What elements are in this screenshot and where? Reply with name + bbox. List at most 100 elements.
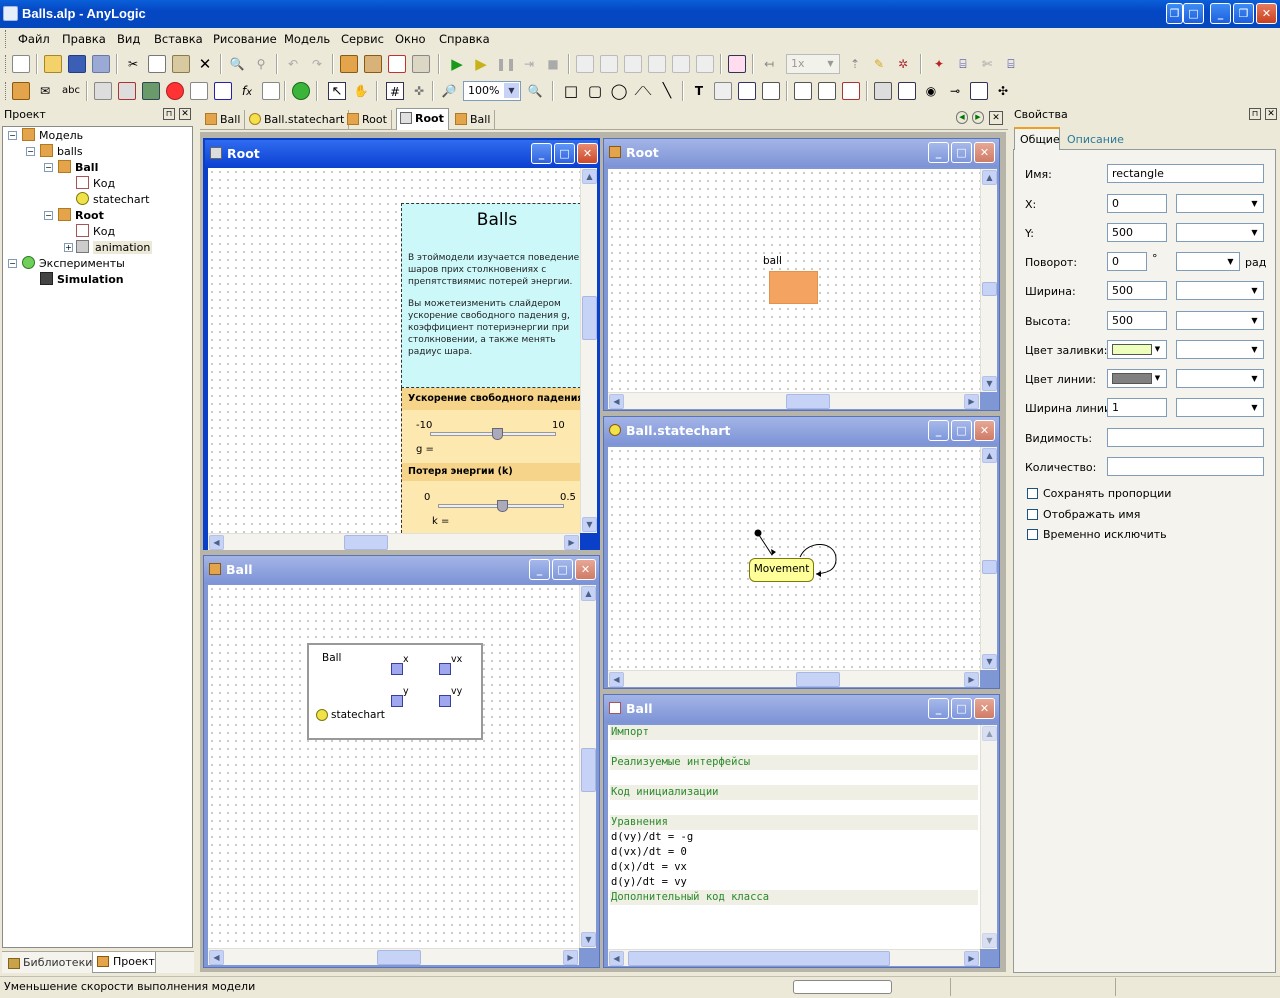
port-icon[interactable] [94,82,112,100]
open-icon[interactable] [44,55,62,73]
oval-tool-icon[interactable]: ◯ [610,82,628,100]
scroll-up-icon[interactable]: ▲ [982,170,997,185]
panel-close-icon[interactable]: ✕ [1265,108,1277,120]
redo-icon[interactable]: ↷ [308,55,326,73]
view-icon-6[interactable] [696,55,714,73]
tree-item[interactable]: Ball [58,160,98,176]
pan-tool-icon[interactable]: ✋ [352,82,370,100]
checkbox-control-icon[interactable] [898,82,916,100]
minimize-button[interactable]: _ [1210,3,1231,24]
rounded-rectangle-tool-icon[interactable]: ▢ [586,82,604,100]
slow-down-icon[interactable] [728,55,746,73]
maximize-icon[interactable]: □ [951,420,972,441]
radio-control-icon[interactable]: ◉ [922,82,940,100]
tab-prev-icon[interactable]: ◀ [956,111,968,124]
view-icon-3[interactable] [624,55,642,73]
code-line[interactable] [610,770,978,785]
scroll-thumb[interactable] [582,296,597,340]
view-icon-2[interactable] [600,55,618,73]
speed-up-icon[interactable]: ⇡ [846,55,864,73]
scroll-left-icon[interactable]: ◀ [609,394,624,409]
tree-item[interactable]: Модель [22,128,83,144]
vertical-scrollbar[interactable]: ▲ ▼ [980,169,997,392]
scroll-thumb[interactable] [786,394,830,409]
maximize-icon[interactable]: □ [951,698,972,719]
width-dynamic-combo[interactable]: ▼ [1176,281,1264,300]
scroll-left-icon[interactable]: ◀ [609,672,624,687]
mdi-restore-icon[interactable]: ❐ [1166,3,1183,24]
vertical-scrollbar[interactable]: ▲ ▼ [980,447,997,670]
scroll-thumb[interactable] [982,282,997,296]
image-tool-icon[interactable] [714,82,732,100]
port-y[interactable] [391,695,403,707]
code-line[interactable]: d(y)/dt = vy [610,875,978,890]
zoom-out-icon[interactable]: 🔎 [440,82,458,100]
presentation-canvas[interactable]: Balls В этоймодели изучается поведение ш… [208,168,580,533]
maximize-icon[interactable]: □ [951,142,972,163]
scroll-left-icon[interactable]: ◀ [209,535,224,550]
y-field[interactable]: 500 [1107,223,1167,242]
active-object-icon[interactable] [12,82,30,100]
message-icon[interactable]: ✉ [36,82,54,100]
ball-shape[interactable] [769,271,818,304]
tree-item[interactable]: Simulation [40,272,124,288]
x-dynamic-combo[interactable]: ▼ [1176,194,1264,213]
height-dynamic-combo[interactable]: ▼ [1176,311,1264,330]
window-code-titlebar[interactable]: Ball _ □ ✕ [604,695,999,723]
scroll-up-icon[interactable]: ▲ [582,169,597,184]
slider2-track[interactable] [438,500,564,512]
run-fast-icon[interactable]: ▶ [472,55,490,73]
exclude-checkbox[interactable] [1027,529,1038,540]
maximize-icon[interactable]: □ [552,559,573,580]
find-icon[interactable]: 🔍 [228,55,246,73]
scroll-up-icon[interactable]: ▲ [581,586,596,601]
replace-icon[interactable]: ⚲ [252,55,270,73]
code-section-header[interactable]: Код инициализации [610,785,978,800]
scroll-thumb[interactable] [796,672,840,687]
scroll-right-icon[interactable]: ▶ [563,950,578,965]
scroll-down-icon[interactable]: ▼ [982,933,997,948]
scroll-down-icon[interactable]: ▼ [582,517,597,532]
scroll-down-icon[interactable]: ▼ [581,932,596,947]
menu-help[interactable]: Справка [439,32,490,46]
undo-icon[interactable]: ↶ [284,55,302,73]
window-root-titlebar[interactable]: Root _ □ ✕ [205,140,598,168]
horizontal-scrollbar[interactable]: ◀ ▶ [208,948,579,965]
tab-description[interactable]: Описание [1062,130,1129,149]
collapse-icon[interactable]: − [44,211,53,220]
menu-view[interactable]: Вид [117,32,140,46]
code-section-header[interactable]: Дополнительный код класса [610,890,978,905]
collapse-icon[interactable]: − [8,259,17,268]
name-field[interactable]: rectangle [1107,164,1264,183]
button-control-icon[interactable] [874,82,892,100]
chart-icon-1[interactable] [794,82,812,100]
doc-tab-ball[interactable]: Ball [202,110,246,130]
x-field[interactable]: 0 [1107,194,1167,213]
event-icon[interactable] [166,82,184,100]
tree-item[interactable]: Root [58,208,104,224]
run-icon[interactable]: ▶ [448,55,466,73]
count-field[interactable] [1107,457,1264,476]
slider1-track[interactable] [430,428,556,440]
scroll-right-icon[interactable]: ▶ [964,951,979,966]
tree-item[interactable]: animation [76,240,153,256]
view-area-icon[interactable] [762,82,780,100]
grid-icon[interactable]: # [386,82,404,100]
minimize-icon[interactable]: _ [928,142,949,163]
scroll-thumb[interactable] [581,748,596,792]
view-icon-5[interactable] [672,55,690,73]
scroll-up-icon[interactable]: ▲ [982,726,997,741]
scroll-right-icon[interactable]: ▶ [964,672,979,687]
group-tool-icon[interactable] [738,82,756,100]
window-root-anim-titlebar[interactable]: Root _ □ ✕ [604,139,999,167]
timer-icon[interactable] [190,82,208,100]
close-button[interactable]: ✕ [1256,3,1277,24]
horizontal-scrollbar[interactable]: ◀ ▶ [208,533,580,550]
window-statechart-titlebar[interactable]: Ball.statechart _ □ ✕ [604,417,999,445]
code-line[interactable] [610,800,978,815]
close-icon[interactable]: ✕ [575,559,596,580]
fill-color-picker[interactable]: ▼ [1107,340,1167,359]
minimize-icon[interactable]: _ [531,143,552,164]
menu-edit[interactable]: Правка [62,32,106,46]
slider2-thumb[interactable] [497,500,508,512]
